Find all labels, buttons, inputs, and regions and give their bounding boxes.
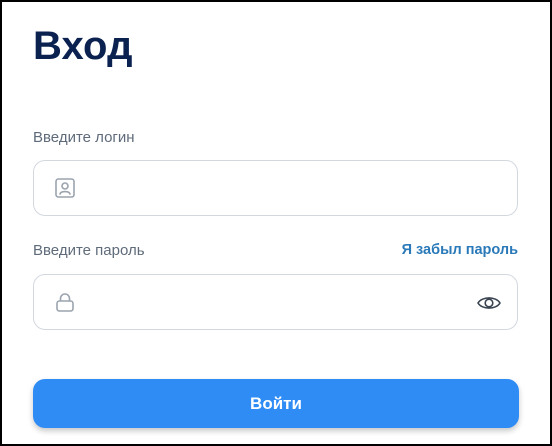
forgot-password-link[interactable]: Я забыл пароль (402, 242, 518, 258)
password-field[interactable] (33, 274, 518, 331)
login-field[interactable] (33, 160, 518, 217)
login-window: Вход Введите логин Введите пароль Я забы… (0, 0, 552, 446)
login-label: Введите логин (33, 129, 135, 146)
login-button[interactable]: Войти (33, 379, 519, 428)
lock-icon (56, 293, 74, 312)
user-card-icon (55, 178, 75, 198)
password-label: Введите пароль (33, 242, 145, 259)
eye-icon[interactable] (476, 290, 502, 316)
login-input[interactable] (90, 161, 464, 217)
page-title: Вход (33, 24, 133, 68)
password-input[interactable] (90, 275, 464, 331)
